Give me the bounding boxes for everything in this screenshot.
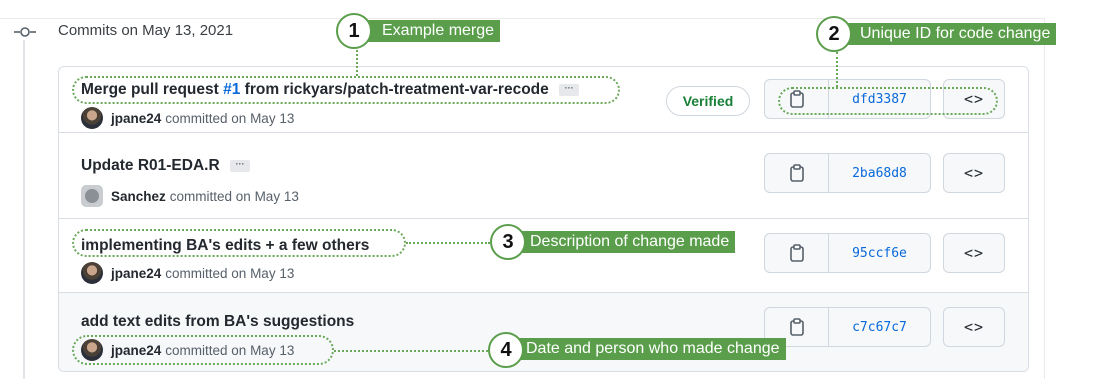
timeline-line [23, 40, 25, 379]
commit-date: committed on May 13 [165, 110, 295, 126]
commit-title-text[interactable]: add text edits from BA's suggestions [81, 313, 354, 330]
clipboard-icon [789, 318, 804, 336]
annotation-connector [406, 242, 490, 244]
annotation-number: 1 [336, 13, 372, 49]
commit-meta: Sanchez committed on May 13 [81, 185, 299, 207]
clipboard-icon [789, 164, 804, 182]
clipboard-icon [789, 244, 804, 262]
copy-sha-button[interactable] [765, 154, 829, 192]
author-link[interactable]: Sanchez [111, 189, 166, 204]
commit-sha-link[interactable]: c7c67c7 [829, 308, 930, 346]
commit-group-title: Commits on May 13, 2021 [58, 22, 234, 39]
commit-sha-link[interactable]: 95ccf6e [829, 234, 930, 272]
commit-date: committed on May 13 [165, 265, 295, 281]
expand-message-button[interactable]: ··· [229, 159, 250, 172]
commit-title[interactable]: Update R01-EDA.R ··· [81, 157, 250, 175]
commit-meta: jpane24 committed on May 13 [81, 262, 294, 284]
annotation-connector [334, 350, 488, 352]
annotation-highlight [72, 335, 334, 365]
annotation-connector [836, 52, 838, 87]
git-commit-icon [14, 27, 36, 37]
annotation-label: Date and person who made change [508, 338, 786, 360]
author-link[interactable]: jpane24 [111, 111, 161, 126]
avatar-icon[interactable] [81, 262, 103, 284]
annotation-number: 3 [490, 224, 526, 260]
annotation-label: Description of change made [512, 231, 736, 253]
commit-date: committed on May 13 [169, 188, 299, 204]
annotation-highlight [72, 229, 406, 257]
code-icon[interactable]: <> [943, 153, 1005, 193]
annotation-highlight [72, 76, 620, 104]
commit-sha-group: c7c67c7 [764, 307, 931, 347]
code-icon[interactable]: <> [943, 307, 1005, 347]
commit-title-text[interactable]: Update R01-EDA.R [81, 157, 220, 174]
commit-title[interactable]: add text edits from BA's suggestions [81, 313, 354, 331]
copy-sha-button[interactable] [765, 234, 829, 272]
annotation-number: 2 [816, 16, 852, 52]
annotation-label: Example merge [364, 20, 501, 42]
avatar-icon[interactable] [81, 185, 103, 207]
commit-row: Update R01-EDA.R ··· Sanchez committed o… [59, 133, 1028, 219]
commit-sha-group: 95ccf6e [764, 233, 931, 273]
commit-meta: jpane24 committed on May 13 [81, 107, 294, 129]
annotation-connector [356, 46, 358, 76]
annotation-number: 4 [488, 332, 524, 368]
annotation-highlight [778, 87, 998, 115]
author-link[interactable]: jpane24 [111, 266, 161, 281]
commit-sha-group: 2ba68d8 [764, 153, 931, 193]
avatar-icon[interactable] [81, 107, 103, 129]
code-icon[interactable]: <> [943, 233, 1005, 273]
verified-badge[interactable]: Verified [666, 86, 750, 116]
annotation-label: Unique ID for code change [842, 23, 1057, 45]
commit-sha-link[interactable]: 2ba68d8 [829, 154, 930, 192]
